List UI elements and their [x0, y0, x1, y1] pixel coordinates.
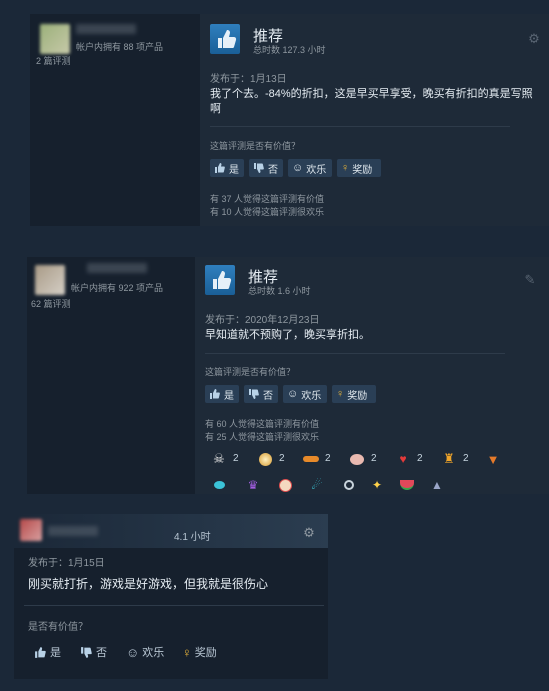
wrench-icon: ✎	[524, 272, 536, 287]
clown-face-award[interactable]	[275, 475, 295, 495]
vote-no-button[interactable]: 否	[80, 642, 107, 662]
review-card-2: 帐户内拥有 922 项产品 62 篇评测 推荐 总时数 1.6 小时 ✎ 发布于…	[27, 257, 549, 494]
thumbs-down-icon	[81, 646, 92, 658]
smiley-icon: ☺	[287, 388, 299, 400]
helpful-question: 这篇评测是否有价值？	[210, 141, 301, 151]
helpful-count: 有 60 人觉得这篇评测有价值	[205, 419, 320, 429]
golden-orb-award[interactable]	[255, 449, 275, 469]
watermelon-award[interactable]	[397, 475, 417, 495]
helpful-question: 这篇评测是否有价值？	[205, 367, 296, 377]
posted-date: 发布于：2020年12月23日	[205, 315, 320, 326]
review-text: 刚买就打折，游戏是好游戏，但我就是很伤心	[28, 577, 269, 591]
reviewer-avatar[interactable]	[35, 265, 65, 295]
review-text: 我了个去。-84%的折扣，这是早买早享受，晚买有折扣的真是写照啊	[210, 88, 533, 115]
ring-award[interactable]	[339, 475, 359, 495]
vote-funny-label: 欢乐	[301, 390, 322, 402]
review-count[interactable]: 2 篇评测	[36, 54, 71, 67]
winged-skull-award[interactable]: ☠	[209, 449, 229, 469]
award-count: 2	[325, 453, 331, 464]
award-button[interactable]: ♀ 奖励	[332, 385, 376, 403]
funny-count: 有 10 人觉得这篇评测很欢乐	[210, 207, 325, 217]
thumbs-down-icon	[249, 389, 259, 399]
award-count: 2	[233, 453, 239, 464]
vote-funny-label: 欢乐	[142, 647, 165, 659]
helpful-question: 是否有价值？	[28, 622, 88, 633]
thumbs-up-icon	[210, 389, 220, 399]
smiley-icon: ☺	[292, 162, 304, 174]
vote-yes-label: 是	[229, 164, 239, 176]
award-icon: ♀	[182, 644, 192, 660]
reviewer-avatar[interactable]	[20, 519, 42, 541]
award-label: 奖励	[352, 164, 373, 176]
golden-trophy-award[interactable]: ♜	[439, 449, 459, 469]
thumbs-down-icon	[254, 163, 264, 173]
steam-logo-icon: ⚙	[528, 31, 540, 46]
review-card-3: 4.1 小时 ⚙ 发布于：1月15日 刚买就打折，游戏是好游戏，但我就是很伤心 …	[14, 514, 328, 679]
divider	[205, 353, 505, 354]
heart-fire-award[interactable]: ♥	[393, 449, 413, 469]
comet-award[interactable]: ☄	[307, 475, 327, 495]
playtime-hours: 4.1 小时	[174, 532, 211, 543]
playtime-hours: 总时数 1.6 小时	[248, 286, 311, 296]
vote-yes-label: 是	[224, 390, 234, 402]
vote-no-button[interactable]: 否	[244, 385, 278, 403]
review-count[interactable]: 62 篇评测	[31, 297, 71, 310]
award-button[interactable]: ♀ 奖励	[182, 642, 217, 662]
smiley-icon: ☺	[126, 644, 140, 660]
sparkle-award[interactable]: ✦	[367, 475, 387, 495]
award-icon: ♀	[336, 388, 345, 400]
vote-yes-label: 是	[50, 647, 61, 659]
vote-funny-button[interactable]: ☺ 欢乐	[288, 159, 332, 177]
reviewer-name[interactable]	[76, 24, 136, 34]
vote-funny-button[interactable]: ☺ 欢乐	[283, 385, 327, 403]
purple-crown-award[interactable]: ♛	[243, 475, 263, 495]
vote-no-label: 否	[96, 647, 107, 659]
posted-date: 发布于：1月13日	[210, 74, 287, 85]
playtime-hours: 总时数 127.3 小时	[253, 45, 326, 55]
divider	[210, 126, 510, 127]
vote-no-label: 否	[263, 390, 273, 402]
steam-logo-icon: ⚙	[303, 525, 315, 540]
blue-orb-award[interactable]	[209, 475, 229, 495]
award-count: 2	[371, 453, 377, 464]
thumbs-up-icon	[205, 265, 235, 295]
vote-no-label: 否	[268, 164, 278, 176]
helpful-count: 有 37 人觉得这篇评测有价值	[210, 194, 325, 204]
vote-funny-label: 欢乐	[306, 164, 327, 176]
brain-award[interactable]	[347, 449, 367, 469]
fox-award[interactable]: ▼	[483, 449, 503, 469]
award-button[interactable]: ♀ 奖励	[337, 159, 381, 177]
funny-count: 有 25 人觉得这篇评测很欢乐	[205, 432, 320, 442]
wolf-award[interactable]: ▲	[427, 475, 447, 495]
owned-products[interactable]: 帐户内拥有 88 项产品	[76, 40, 163, 53]
vote-yes-button[interactable]: 是	[205, 385, 239, 403]
divider	[24, 605, 324, 606]
award-icon: ♀	[341, 162, 350, 174]
award-label: 奖励	[347, 390, 368, 402]
thumbs-up-icon	[215, 163, 225, 173]
award-count: 2	[417, 453, 423, 464]
owned-products[interactable]: 帐户内拥有 922 项产品	[71, 281, 163, 294]
review-card-1: 帐户内拥有 88 项产品 2 篇评测 推荐 总时数 127.3 小时 ⚙ 发布于…	[30, 14, 549, 226]
reviewer-name[interactable]	[48, 526, 98, 536]
award-label: 奖励	[194, 647, 217, 659]
vote-yes-button[interactable]: 是	[210, 159, 244, 177]
hot-dog-award[interactable]	[301, 449, 321, 469]
award-count: 2	[279, 453, 285, 464]
posted-date: 发布于：1月15日	[28, 558, 105, 569]
vote-yes-button[interactable]: 是	[34, 642, 61, 662]
thumbs-up-icon	[35, 646, 46, 658]
reviewer-name[interactable]	[87, 263, 147, 273]
award-count: 2	[463, 453, 469, 464]
vote-funny-button[interactable]: ☺ 欢乐	[126, 642, 164, 662]
vote-no-button[interactable]: 否	[249, 159, 283, 177]
review-text: 早知道就不预购了，晚买享折扣。	[205, 329, 370, 341]
reviewer-avatar[interactable]	[40, 24, 70, 54]
thumbs-up-icon	[210, 24, 240, 54]
